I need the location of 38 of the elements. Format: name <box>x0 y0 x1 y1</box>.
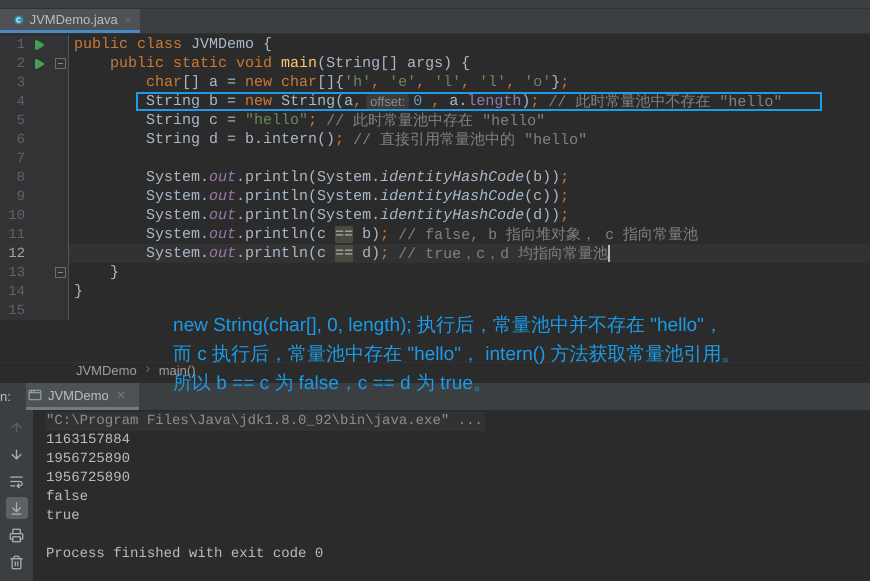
window-icon <box>28 388 42 402</box>
code-line: System.out.println(c == b); // false, b 指向堆对象， c 指向常量池 <box>146 225 698 244</box>
line-number: 12 <box>7 246 25 262</box>
code-line: char[] a = new char[]{'h', 'e', 'l', 'l', 'o'}; <box>146 74 570 91</box>
console-output: 1956725890 <box>46 469 130 488</box>
code-line: } <box>74 283 84 300</box>
annotation-text: new String(char[], 0, length); 执行后，常量池中并不存在 "hello"， <box>173 316 723 336</box>
run-icon[interactable] <box>33 38 45 50</box>
console-output: 1163157884 <box>46 431 130 450</box>
code-line: System.out.println(c == d); // true，c，d 均指向常量池 <box>146 244 608 263</box>
annotation-text: 而 c 执行后，常量池中存在 "hello"， intern() 方法获取常量池引用。 <box>173 345 741 365</box>
fold-icon[interactable] <box>55 58 66 69</box>
console-output: 1956725890 <box>46 450 130 469</box>
run-tab[interactable]: JVMDemo <box>26 383 139 410</box>
console-output: true <box>46 507 80 526</box>
printer-icon <box>9 528 24 542</box>
code-line: System.out.println(System.identityHashCode(d)); <box>146 207 570 224</box>
code-line: public static void main(String[] args) { <box>110 55 470 72</box>
run-icon[interactable] <box>33 58 45 70</box>
java-class-icon <box>14 12 24 26</box>
code-line: String d = b.intern(); // 直接引用常量池中的 "hello" <box>146 130 588 149</box>
down-arrow-icon <box>9 446 24 462</box>
breadcrumb[interactable]: JVMDemo <box>76 364 137 377</box>
panel-label: n: <box>0 389 12 404</box>
soft-wrap-icon <box>9 474 24 488</box>
code-line: System.out.println(System.identityHashCode(b)); <box>146 169 570 186</box>
code-line: System.out.println(System.identityHashCode(c)); <box>146 188 570 205</box>
trash-icon <box>9 554 24 570</box>
console-output: false <box>46 488 88 507</box>
scroll-to-end-icon <box>9 500 24 516</box>
code-line: String c = "hello"; // 此时常量池中存在 "hello" <box>146 111 546 130</box>
editor-tab[interactable]: JVMDemo.java <box>0 9 140 33</box>
fold-icon[interactable] <box>55 267 66 278</box>
console-exit-message: Process finished with exit code 0 <box>46 545 324 564</box>
console-command: "C:\Program Files\Java\jdk1.8.0_92\bin\java.exe" ... <box>46 412 485 431</box>
code-line: } <box>110 264 120 281</box>
scroll-to-end-button[interactable] <box>6 497 28 519</box>
code-line: public class JVMDemo { <box>74 36 272 53</box>
